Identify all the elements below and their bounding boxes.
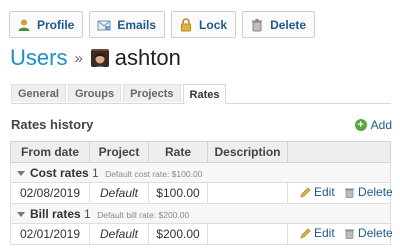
profile-button[interactable]: Profile bbox=[9, 11, 84, 38]
collapse-arrow-icon[interactable] bbox=[17, 170, 25, 176]
rate-cell: $200.00 bbox=[148, 223, 208, 245]
section-title: Rates history bbox=[11, 117, 94, 132]
lock-button[interactable]: Lock bbox=[171, 11, 237, 38]
from-date-cell: 02/08/2019 bbox=[10, 182, 90, 204]
add-label: Add bbox=[370, 118, 392, 132]
trash-icon bbox=[344, 228, 355, 239]
from-date-cell: 02/01/2019 bbox=[10, 223, 90, 245]
actions-cell: Edit Delete bbox=[287, 223, 393, 245]
edit-button[interactable]: Edit bbox=[300, 226, 335, 240]
add-icon: + bbox=[354, 119, 367, 131]
edit-label: Edit bbox=[314, 226, 335, 241]
pencil-icon bbox=[300, 187, 311, 198]
group-count: 1 bbox=[84, 206, 91, 221]
add-rate-button[interactable]: + Add bbox=[354, 118, 392, 132]
email-icon bbox=[97, 18, 111, 32]
group-default-rate: Default bill rate: $200.00 bbox=[97, 209, 190, 220]
trash-icon bbox=[250, 18, 264, 32]
breadcrumb-separator: » bbox=[74, 49, 83, 67]
rate-cell: $100.00 bbox=[148, 182, 208, 204]
emails-button[interactable]: Emails bbox=[89, 11, 166, 38]
actions-cell: Edit Delete bbox=[287, 182, 393, 204]
delete-row-button[interactable]: Delete bbox=[344, 226, 393, 240]
group-count: 1 bbox=[92, 165, 99, 180]
lock-icon bbox=[179, 17, 193, 32]
user-icon bbox=[17, 18, 31, 32]
profile-label: Profile bbox=[37, 17, 75, 32]
project-cell: Default bbox=[89, 182, 149, 204]
group-default-rate: Default cost rate: $100.00 bbox=[105, 168, 203, 179]
table-row: 02/01/2019 Default $200.00 Edit Delete bbox=[10, 223, 393, 245]
column-header-actions bbox=[287, 141, 391, 163]
edit-label: Edit bbox=[314, 185, 335, 200]
trash-icon bbox=[344, 187, 355, 198]
tab-rates[interactable]: Rates bbox=[182, 84, 227, 104]
tab-general[interactable]: General bbox=[11, 84, 66, 102]
table-header-row: From date Project Rate Description bbox=[10, 141, 391, 163]
toolbar: Profile Emails Lock Delete bbox=[9, 11, 316, 38]
group-row-bill-rates[interactable]: Bill rates 1 Default bill rate: $200.00 bbox=[10, 203, 391, 224]
description-cell bbox=[207, 182, 288, 204]
emails-label: Emails bbox=[117, 17, 157, 32]
avatar bbox=[90, 49, 109, 67]
table-row: 02/08/2019 Default $100.00 Edit Delete bbox=[10, 182, 393, 204]
column-header-project[interactable]: Project bbox=[89, 141, 149, 163]
tab-bar: General Groups Projects Rates bbox=[11, 84, 391, 104]
column-header-rate[interactable]: Rate bbox=[148, 141, 208, 163]
description-cell bbox=[207, 223, 288, 245]
delete-label: Delete bbox=[358, 185, 393, 200]
delete-label: Delete bbox=[270, 17, 307, 32]
delete-button[interactable]: Delete bbox=[242, 11, 316, 38]
username: ashton bbox=[114, 45, 181, 70]
project-cell: Default bbox=[89, 223, 149, 245]
group-row-cost-rates[interactable]: Cost rates 1 Default cost rate: $100.00 bbox=[10, 162, 391, 183]
breadcrumb-users-link[interactable]: Users bbox=[10, 45, 67, 71]
delete-label: Delete bbox=[358, 226, 393, 241]
tab-projects[interactable]: Projects bbox=[123, 84, 181, 102]
collapse-arrow-icon[interactable] bbox=[17, 211, 25, 217]
lock-label: Lock bbox=[199, 17, 228, 32]
column-header-description[interactable]: Description bbox=[207, 141, 288, 163]
tab-groups[interactable]: Groups bbox=[67, 84, 122, 102]
delete-row-button[interactable]: Delete bbox=[344, 185, 393, 199]
page-title: Users » ashton bbox=[10, 43, 181, 73]
group-name: Cost rates bbox=[30, 165, 89, 180]
group-name: Bill rates bbox=[30, 206, 81, 221]
edit-button[interactable]: Edit bbox=[300, 185, 335, 199]
rates-table: From date Project Rate Description Cost … bbox=[10, 141, 393, 245]
column-header-from-date[interactable]: From date bbox=[10, 141, 90, 163]
pencil-icon bbox=[300, 228, 311, 239]
